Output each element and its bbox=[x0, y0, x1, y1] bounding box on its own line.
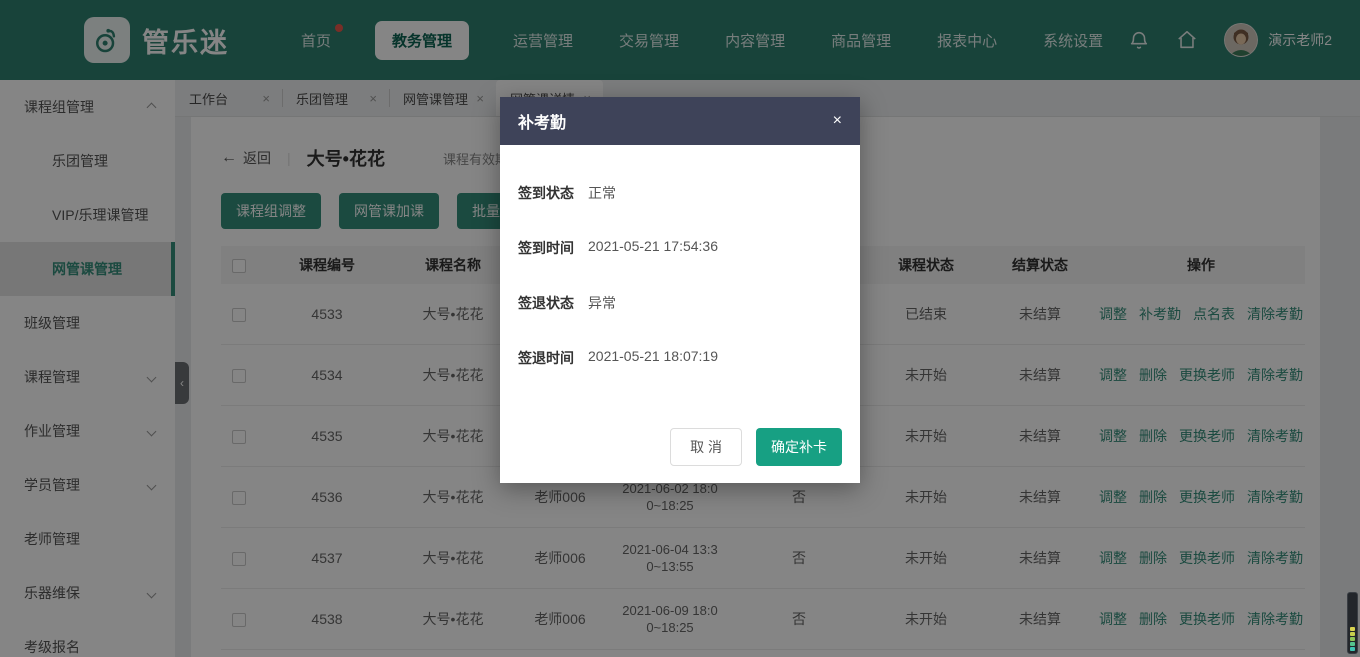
modal-body: 签到状态正常签到时间2021-05-21 17:54:36签退状态异常签退时间2… bbox=[500, 145, 860, 428]
modal-field-3: 签退时间 2021-05-21 18:07:19 bbox=[518, 348, 842, 368]
scrollbar-stripe bbox=[1350, 637, 1355, 641]
modal-field-0: 签到状态正常 bbox=[518, 183, 842, 203]
scrollbar-stripe bbox=[1350, 647, 1355, 651]
modal-header: 补考勤 × bbox=[500, 97, 860, 145]
confirm-button[interactable]: 确定补卡 bbox=[756, 428, 842, 466]
cancel-button[interactable]: 取 消 bbox=[670, 428, 742, 466]
scrollbar-thumb[interactable] bbox=[1347, 592, 1358, 654]
field-value: 2021-05-21 17:54:36 bbox=[588, 238, 718, 258]
modal-title: 补考勤 bbox=[518, 109, 566, 133]
close-icon[interactable]: × bbox=[833, 112, 842, 130]
field-label: 签到状态 bbox=[518, 183, 574, 203]
field-label: 签退时间 bbox=[518, 348, 574, 368]
screen: 管乐迷 首页教务管理运营管理交易管理内容管理商品管理报表中心系统设置 演示老师2 bbox=[0, 0, 1360, 657]
field-value: 2021-05-21 18:07:19 bbox=[588, 348, 718, 368]
field-value: 异常 bbox=[588, 293, 616, 313]
modal-field-1: 签到时间 2021-05-21 17:54:36 bbox=[518, 238, 842, 258]
attendance-modal: 补考勤 × 签到状态正常签到时间2021-05-21 17:54:36签退状态异… bbox=[500, 97, 860, 483]
modal-field-2: 签退状态异常 bbox=[518, 293, 842, 313]
field-label: 签退状态 bbox=[518, 293, 574, 313]
scrollbar-stripe bbox=[1350, 627, 1355, 631]
field-label: 签到时间 bbox=[518, 238, 574, 258]
modal-footer: 取 消 确定补卡 bbox=[500, 428, 860, 483]
scrollbar-stripe bbox=[1350, 642, 1355, 646]
field-value: 正常 bbox=[588, 183, 616, 203]
scrollbar-stripe bbox=[1350, 632, 1355, 636]
